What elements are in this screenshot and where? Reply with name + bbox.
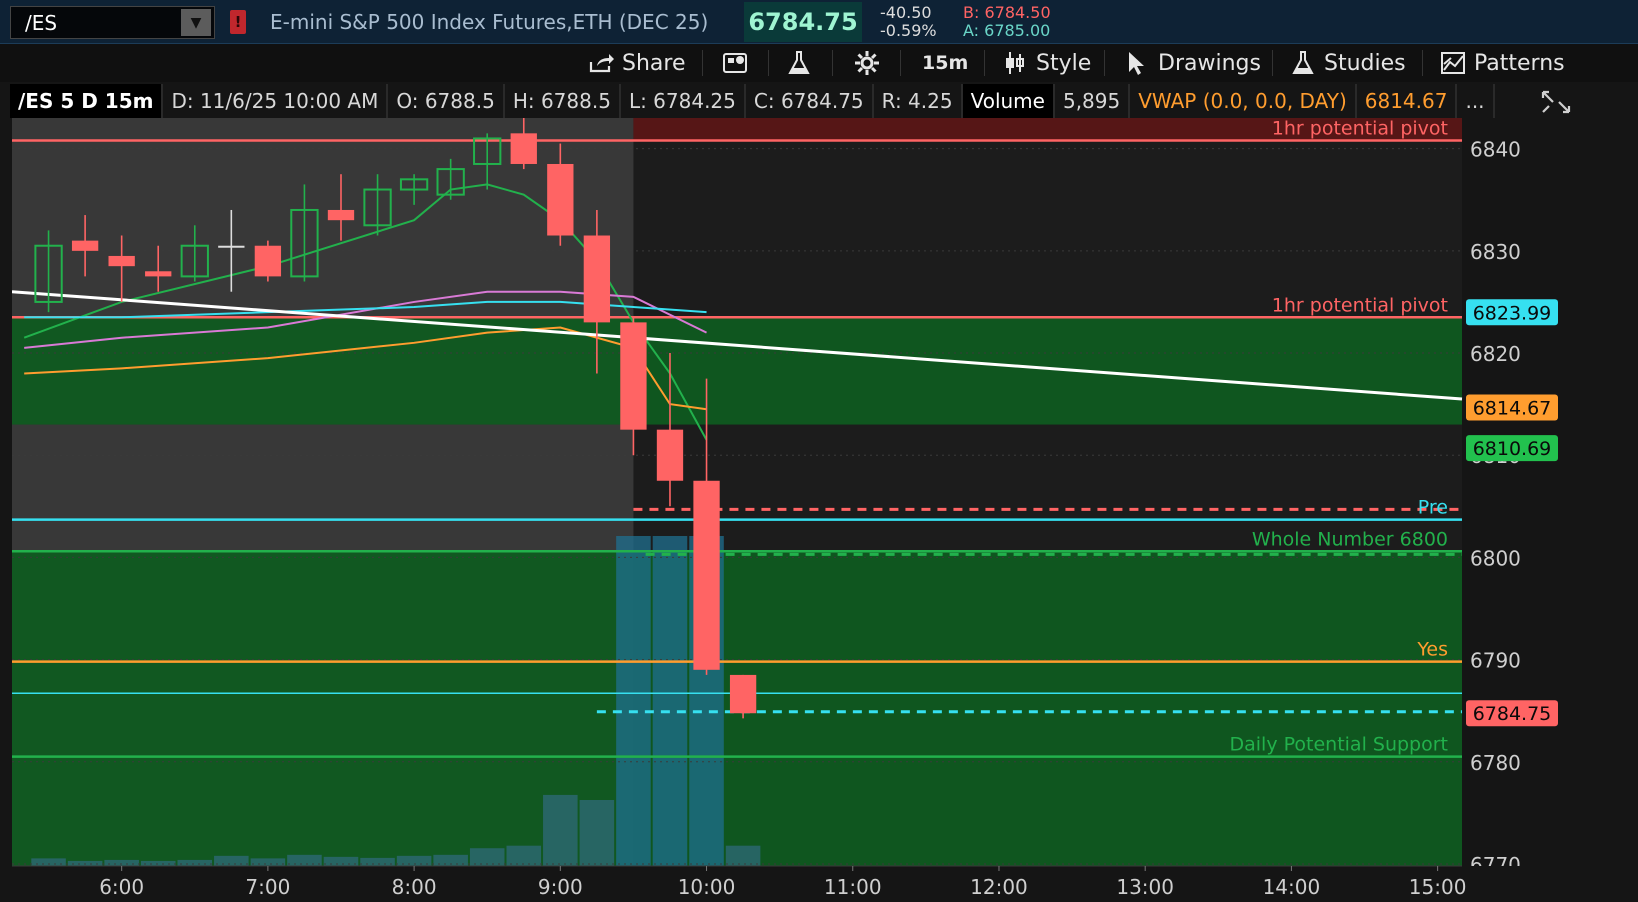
candle-body — [254, 245, 282, 277]
candle-body — [145, 271, 172, 277]
level-label: 1hr potential pivot — [1272, 117, 1448, 139]
price-tag-label: 6814.67 — [1473, 397, 1552, 419]
price-tag-label: 6784.75 — [1473, 703, 1552, 725]
bar-low: L: 6784.25 — [620, 84, 746, 118]
more-studies[interactable]: ... — [1457, 84, 1495, 118]
bar-range: R: 4.25 — [873, 84, 963, 118]
volume-bar — [543, 794, 578, 866]
volume-bar — [616, 536, 651, 866]
candle-body — [108, 255, 135, 267]
x-tick-label: 14:00 — [1263, 875, 1321, 899]
candle-body — [547, 163, 574, 236]
price-chart[interactable]: 1hr potential pivot 1hr potential pivot Pr… — [0, 0, 1638, 902]
volume-bar — [177, 859, 213, 866]
y-tick-label: 6820 — [1470, 342, 1521, 366]
bar-date: D: 11/6/25 10:00 AM — [163, 84, 389, 118]
candle-body — [583, 235, 611, 323]
volume-bar — [469, 848, 505, 866]
level-label: Pre — [1418, 497, 1448, 519]
y-tick-label: 6830 — [1470, 240, 1521, 264]
vwap-value: 6814.67 — [1356, 84, 1458, 118]
bar-open: O: 6788.5 — [388, 84, 505, 118]
y-tick-label: 6800 — [1470, 546, 1521, 570]
level-label: Yes — [1416, 639, 1448, 661]
volume-value: 5,895 — [1054, 84, 1131, 118]
candle-body — [327, 209, 355, 221]
y-tick-label: 6790 — [1470, 649, 1521, 673]
volume-label: Volume — [962, 84, 1055, 118]
volume-bar — [579, 800, 615, 866]
volume-bar — [360, 857, 395, 866]
left-margin — [0, 82, 12, 902]
volume-bar — [652, 536, 688, 866]
x-tick-label: 13:00 — [1116, 875, 1174, 899]
volume-bar — [396, 855, 432, 866]
vwap-label: VWAP (0.0, 0.0, DAY) — [1130, 84, 1357, 118]
candle-body — [656, 429, 684, 481]
y-tick-label: 6780 — [1470, 751, 1521, 775]
candle-body — [510, 133, 537, 164]
volume-bar — [506, 845, 542, 866]
level-label: 1hr potential pivot — [1272, 294, 1448, 316]
candle-body — [218, 245, 245, 248]
x-tick-label: 8:00 — [392, 875, 437, 899]
volume-bar — [140, 860, 176, 866]
volume-bar — [104, 859, 139, 866]
volume-bar — [31, 858, 66, 866]
x-tick-label: 10:00 — [678, 875, 736, 899]
bar-high: H: 6788.5 — [504, 84, 621, 118]
level-label: Whole Number 6800 — [1252, 528, 1448, 550]
volume-bar — [214, 855, 249, 866]
x-tick-label: 15:00 — [1409, 875, 1467, 899]
x-tick-label: 6:00 — [99, 875, 144, 899]
crosshair-icon[interactable] — [1540, 86, 1572, 118]
volume-bar — [725, 845, 761, 866]
x-tick-label: 12:00 — [970, 875, 1028, 899]
level-label: Daily Potential Support — [1230, 734, 1449, 756]
bar-close: C: 6784.75 — [745, 84, 874, 118]
candle-body — [71, 240, 99, 251]
chart-info-bar: /ES 5 D 15m D: 11/6/25 10:00 AM O: 6788.… — [10, 84, 1510, 118]
volume-bar — [323, 856, 359, 866]
candle-body — [729, 674, 757, 714]
y-tick-label: 6840 — [1470, 138, 1521, 162]
candle-body — [620, 322, 647, 430]
x-tick-label: 9:00 — [538, 875, 583, 899]
volume-bar — [250, 858, 286, 866]
x-tick-label: 11:00 — [824, 875, 882, 899]
chart-label: /ES 5 D 15m — [10, 84, 164, 118]
x-tick-label: 7:00 — [245, 875, 290, 899]
price-axis — [1463, 118, 1638, 902]
volume-bar — [287, 854, 322, 866]
price-tag-label: 6810.69 — [1473, 438, 1552, 460]
candle-body — [693, 480, 720, 670]
price-tag-label: 6823.99 — [1473, 302, 1552, 324]
zone-green-upper — [12, 317, 1462, 425]
